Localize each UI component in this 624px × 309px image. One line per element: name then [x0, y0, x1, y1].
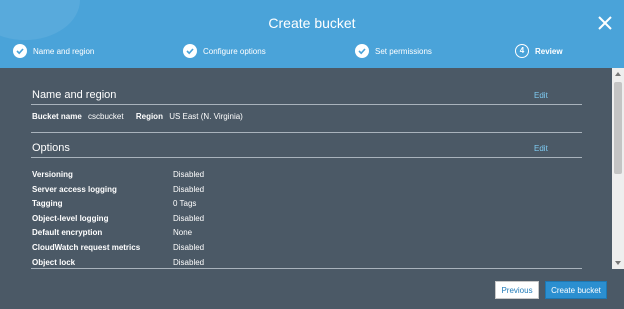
divider — [31, 132, 582, 133]
bucket-name-label: Bucket name — [32, 112, 82, 121]
option-label-cloudwatch-request-metrics: CloudWatch request metrics — [32, 243, 141, 252]
review-content: Name and region Edit Bucket name cscbuck… — [0, 68, 612, 269]
check-circle-icon — [13, 44, 27, 58]
option-value-tagging: 0 Tags — [173, 199, 197, 208]
modal-header: Create bucket Name and region Configure … — [0, 0, 624, 68]
previous-button[interactable]: Previous — [495, 281, 539, 299]
option-value-object-lock: Disabled — [173, 258, 205, 267]
option-value-default-encryption: None — [173, 228, 193, 237]
option-value-server-access-logging: Disabled — [173, 185, 205, 194]
edit-name-region-link[interactable]: Edit — [534, 91, 548, 100]
step-set-permissions[interactable]: Set permissions — [355, 44, 432, 58]
scroll-down-arrow-icon[interactable] — [614, 259, 622, 267]
option-label-versioning: Versioning — [32, 170, 73, 179]
option-label-object-level-logging: Object-level logging — [32, 214, 109, 223]
close-icon[interactable] — [595, 13, 615, 33]
region-label: Region — [135, 112, 163, 121]
divider — [31, 104, 582, 105]
option-label-server-access-logging: Server access logging — [32, 185, 117, 194]
section-title-options: Options — [32, 142, 70, 154]
option-label-tagging: Tagging — [32, 199, 63, 208]
modal-title: Create bucket — [268, 15, 356, 31]
bucket-name-value: cscbucket — [88, 112, 124, 121]
scrollbar[interactable] — [612, 68, 624, 269]
edit-options-link[interactable]: Edit — [534, 144, 548, 153]
step-label: Name and region — [33, 46, 95, 56]
scrollbar-thumb[interactable] — [614, 82, 622, 174]
step-configure-options[interactable]: Configure options — [183, 44, 266, 58]
step-label: Configure options — [203, 46, 266, 56]
section-title-name-region: Name and region — [32, 89, 117, 101]
step-number: 4 — [515, 44, 529, 58]
option-value-object-level-logging: Disabled — [173, 214, 205, 223]
step-review[interactable]: 4 Review — [515, 44, 563, 58]
step-name-and-region[interactable]: Name and region — [13, 44, 94, 58]
scroll-up-arrow-icon[interactable] — [614, 70, 622, 78]
option-label-object-lock: Object lock — [32, 258, 76, 267]
check-circle-icon — [355, 44, 369, 58]
step-label: Set permissions — [375, 46, 432, 56]
option-value-versioning: Disabled — [173, 170, 205, 179]
option-label-default-encryption: Default encryption — [32, 228, 103, 237]
bucket-details: Bucket name cscbucket Region US East (N.… — [32, 112, 243, 121]
wizard-steps: Name and region Configure options Set pe… — [0, 44, 624, 64]
create-bucket-button[interactable]: Create bucket — [545, 281, 607, 299]
option-value-cloudwatch-request-metrics: Disabled — [173, 243, 205, 252]
divider — [31, 157, 582, 158]
modal-footer: Previous Create bucket — [0, 269, 624, 309]
step-label: Review — [535, 46, 563, 56]
region-value: US East (N. Virginia) — [169, 112, 243, 121]
check-circle-icon — [183, 44, 197, 58]
